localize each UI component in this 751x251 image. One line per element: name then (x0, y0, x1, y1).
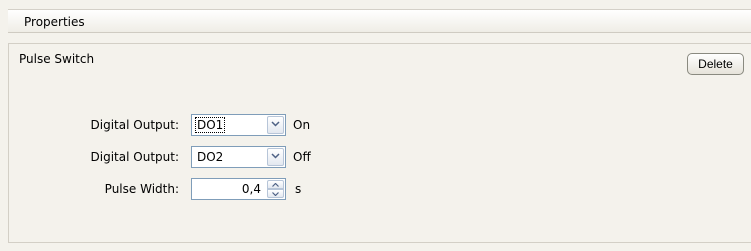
delete-button[interactable]: Delete (687, 53, 744, 75)
properties-window: Properties Pulse Switch Delete Digital O… (0, 0, 751, 251)
digital-output-1-state: On (293, 118, 311, 132)
digital-output-2-label: Digital Output: (90, 150, 179, 164)
properties-header: Properties (8, 9, 751, 33)
digital-output-1-value: DO1 (194, 117, 226, 133)
chevron-down-icon[interactable] (267, 148, 284, 166)
digital-output-2-state: Off (293, 150, 311, 164)
digital-output-1-label: Digital Output: (90, 118, 179, 132)
pulse-switch-panel: Pulse Switch Delete Digital Output: DO1 … (8, 43, 751, 243)
digital-output-2-value: DO2 (197, 150, 224, 164)
spin-up-icon[interactable] (267, 180, 284, 189)
pulse-width-spinner[interactable]: 0,4 (191, 178, 286, 200)
pulse-width-value: 0,4 (241, 182, 261, 196)
pulse-width-label: Pulse Width: (104, 182, 179, 196)
chevron-down-icon[interactable] (267, 116, 284, 134)
digital-output-2-select[interactable]: DO2 (191, 146, 286, 168)
properties-title: Properties (24, 15, 85, 29)
spin-down-icon[interactable] (267, 189, 284, 198)
pulse-width-unit: s (295, 182, 302, 196)
panel-title: Pulse Switch (19, 52, 95, 66)
left-strip (0, 0, 8, 251)
digital-output-1-select[interactable]: DO1 (191, 114, 286, 136)
